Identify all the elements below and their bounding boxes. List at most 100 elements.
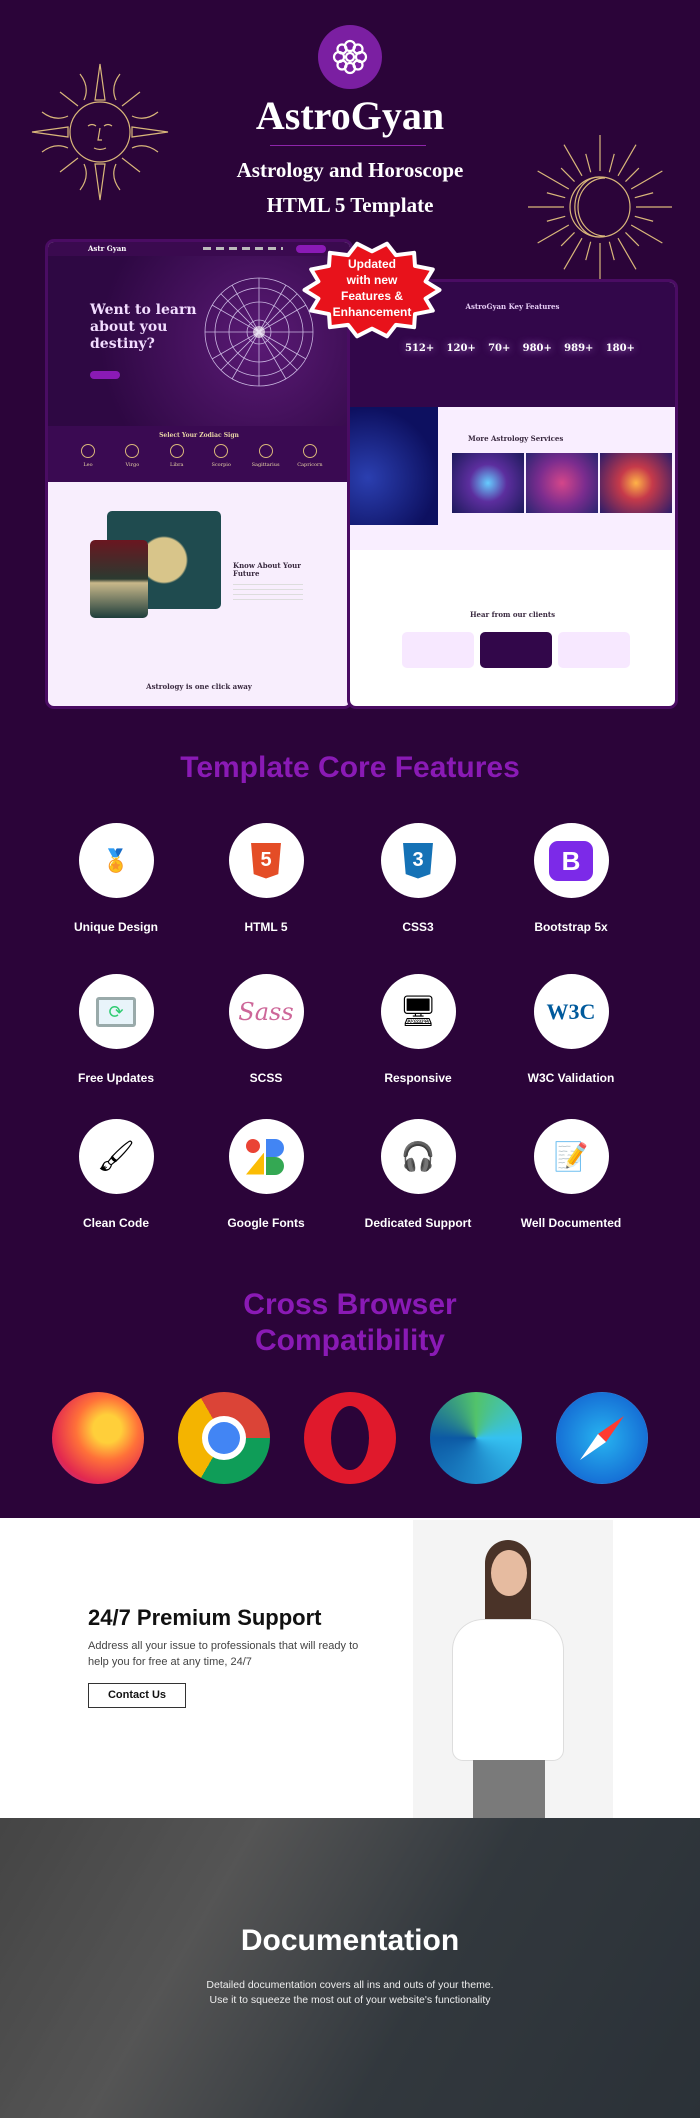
brand-title: AstroGyan [255,93,445,138]
support-agent-photo [413,1520,613,1818]
brand-logo [318,25,382,89]
support-section: 24/7 Premium Support Address all your is… [0,1518,700,1818]
mock-zodiac-title: Select Your Zodiac Sign [159,432,239,439]
zodiac-sign-item: Leo [68,444,108,468]
mock-cards-image [90,540,148,618]
mock-testimonial-card [558,632,630,668]
edge-icon [430,1392,522,1484]
zodiac-sign-item: Scorpio [201,444,241,468]
chrome-icon [178,1392,270,1484]
mock-blue-image [350,407,438,525]
opera-icon [304,1392,396,1484]
sass-icon: Sass [228,974,304,1049]
feature-item: B Bootstrap 5x [496,823,646,934]
document-stamp-icon: 📝 [533,1119,609,1194]
browser-title-line1: Cross Browser [243,1288,457,1321]
stat-value: 120+ [446,343,476,354]
zodiac-sign-label: Leo [83,462,93,468]
contact-us-button[interactable]: Contact Us [88,1683,186,1708]
zodiac-sign-label: Virgo [125,462,140,468]
award-boxes-icon: 🏅 [78,823,154,898]
feature-item: 📝 Well Documented [496,1119,646,1230]
firefox-icon [52,1392,144,1484]
zodiac-sign-item: Capricorn [290,444,330,468]
feature-item: Google Fonts [191,1119,341,1230]
zodiac-sign-label: Libra [170,462,184,468]
zodiac-sign-label: Sagittarius [251,462,280,468]
feature-item: 🖥 Responsive [343,974,493,1085]
zodiac-wheel-icon [204,277,314,387]
zodiac-sign-item: Virgo [112,444,152,468]
mock-testimonial-card [480,632,552,668]
mock-services: More Astrology Services [350,407,675,550]
support-text-line2: help you for free at any time, 24/7 [88,1656,252,1668]
support-title: 24/7 Premium Support [88,1605,322,1630]
feature-item: 5 HTML 5 [191,823,341,934]
divider [270,145,426,146]
zodiac-sign-icon [302,444,317,458]
html5-icon: 5 [228,823,304,898]
feature-label: HTML 5 [244,920,288,934]
badge-line: with new [346,273,398,287]
feature-label: W3C Validation [527,1071,615,1085]
mock-services-title: More Astrology Services [468,434,564,443]
brush-icon: 🖌 [78,1119,154,1194]
feature-label: Free Updates [77,1071,155,1085]
documentation-section: Documentation Detailed documentation cov… [0,1818,700,2118]
monitor-refresh-icon: ⟳ [78,974,154,1049]
support-text-line1: Address all your issue to professionals … [88,1640,359,1652]
bootstrap-icon: B [533,823,609,898]
mock-logo: Astr Gyan [88,244,127,253]
mock-zodiac-section: Select Your Zodiac Sign Leo Virgo Libra Sco… [48,426,350,482]
feature-label: Well Documented [520,1216,622,1230]
badge-line: Updated [348,257,396,271]
feature-label: Bootstrap 5x [534,920,608,934]
feature-label: Google Fonts [227,1216,305,1230]
zodiac-sign-item: Libra [157,444,197,468]
stat-value: 70+ [488,343,511,354]
mock-hero-heading-2: about you [90,319,168,335]
badge-line: Enhancement [332,305,412,319]
mock-clients-title: Hear from our clients [469,610,556,619]
browser-title-line2: Compatibility [254,1324,445,1357]
feature-item: W3C W3C Validation [496,974,646,1085]
core-features-title: Template Core Features [180,751,520,784]
mock-testimonial-card [402,632,474,668]
mock-bottom-title: Astrology is one click away [146,682,252,691]
zodiac-sign-icon [258,444,273,458]
mock-service-card [452,453,524,513]
mock-hero-heading-3: destiny? [90,336,155,352]
zodiac-sign-item: Sagittarius [246,444,286,468]
mandala-flower-icon [332,39,368,75]
feature-label: Clean Code [82,1216,149,1230]
feature-item: ⟳ Free Updates [41,974,191,1085]
feature-item: Sass SCSS [191,974,341,1085]
zodiac-sign-label: Capricorn [297,462,323,468]
stat-value: 989+ [564,343,594,354]
badge-line: Features & [340,289,404,303]
mock-paragraph [233,584,303,604]
documentation-text-line1: Detailed documentation covers all ins an… [206,1979,494,1991]
css3-icon: 3 [380,823,456,898]
mock-learn-button [90,371,120,379]
feature-item: 🎧 Dedicated Support [343,1119,493,1230]
documentation-text-line2: Use it to squeeze the most out of your w… [209,1994,491,2006]
updated-badge: Updated with new Features & Enhancement [302,240,442,340]
zodiac-sign-icon [214,444,229,458]
headset-icon: 🎧 [380,1119,456,1194]
stat-value: 980+ [522,343,552,354]
feature-label: Dedicated Support [364,1216,472,1230]
w3c-icon: W3C [533,974,609,1049]
zodiac-sign-icon [125,444,140,458]
zodiac-sign-icon [81,444,95,458]
feature-item: 🖌 Clean Code [41,1119,191,1230]
safari-icon [556,1392,648,1484]
mock-service-card [526,453,598,513]
documentation-title: Documentation [240,1924,460,1957]
devices-icon: 🖥 [380,974,456,1049]
browser-title: Cross Browser Compatibility [0,1287,700,1359]
feature-label: Unique Design [73,920,158,934]
mock-service-card [600,453,672,513]
zodiac-sign-label: Scorpio [211,462,231,468]
feature-label: Responsive [384,1071,452,1085]
